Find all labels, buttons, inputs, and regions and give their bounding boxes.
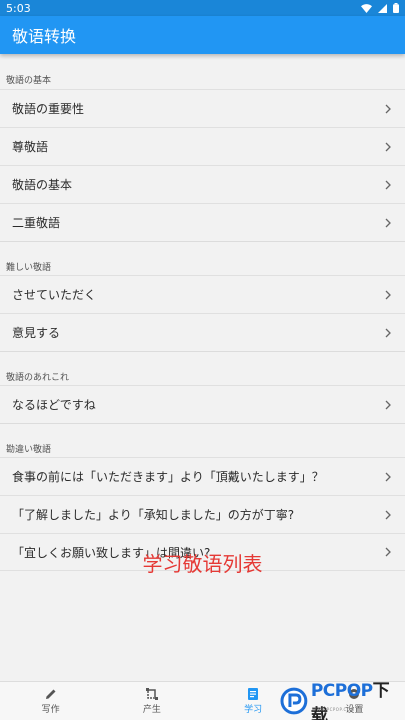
section-header: 勘違い敬語: [0, 423, 405, 457]
nav-label: 写作: [41, 705, 60, 715]
list-item[interactable]: 尊敬語: [0, 127, 405, 165]
chevron-right-icon: [385, 472, 391, 481]
list-item-label: 敬語の重要性: [12, 102, 85, 116]
list-item[interactable]: 敬語の基本: [0, 165, 405, 203]
list-item[interactable]: なるほどですね: [0, 385, 405, 423]
list-item[interactable]: 敬語の重要性: [0, 89, 405, 127]
list-item-label: 「了解しました」より「承知しました」の方が丁寧?: [12, 508, 295, 522]
list-item[interactable]: 二重敬語: [0, 203, 405, 241]
list-item-label: 二重敬語: [12, 216, 61, 230]
list-item-label: させていただく: [12, 288, 97, 302]
chevron-right-icon: [385, 218, 391, 227]
pcpop-logo-icon: [280, 687, 308, 714]
wifi-icon: [361, 3, 372, 13]
watermark-url: WWW.PCPOP.COM: [312, 707, 355, 712]
chevron-right-icon: [385, 328, 391, 337]
list-item-label: 意見する: [12, 326, 61, 340]
signal-icon: [378, 3, 387, 13]
nav-label: 产生: [142, 705, 161, 715]
list-item-label: 敬語の基本: [12, 178, 73, 192]
status-icons: [361, 3, 399, 13]
app-bar: 敬语转换: [0, 16, 405, 54]
list-item[interactable]: 「了解しました」より「承知しました」の方が丁寧?: [0, 495, 405, 533]
watermark-logo-text: PCPOP下载: [311, 676, 405, 720]
list-item[interactable]: させていただく: [0, 275, 405, 313]
status-time: 5:03: [6, 1, 31, 15]
nav-item-write[interactable]: 写作: [0, 682, 101, 720]
list-item[interactable]: 食事の前には「いただきます」より「頂戴いたします」？: [0, 457, 405, 495]
list-item[interactable]: 意見する: [0, 313, 405, 351]
list-item-label: 食事の前には「いただきます」より「頂戴いたします」？: [12, 470, 324, 484]
nav-label: 学习: [244, 705, 263, 715]
app-title: 敬语转换: [12, 27, 77, 46]
watermark: PCPOP下载 WWW.PCPOP.COM: [280, 681, 405, 720]
pencil-icon: [45, 689, 56, 699]
list-item-label: 尊敬語: [12, 140, 49, 154]
chevron-right-icon: [385, 290, 391, 299]
section-header: 敬語のあれこれ: [0, 351, 405, 385]
transform-icon: [145, 688, 158, 700]
chevron-right-icon: [385, 142, 391, 151]
list-item-label: なるほどですね: [12, 398, 96, 412]
section-header: 敬語の基本: [6, 76, 52, 86]
chevron-right-icon: [385, 104, 391, 113]
watermark-brand: PCPOP: [310, 680, 373, 701]
chevron-right-icon: [385, 180, 391, 189]
status-bar: 5:03: [0, 0, 405, 16]
chevron-right-icon: [385, 510, 391, 519]
promo-caption: 学习敬语列表: [142, 552, 263, 576]
document-icon: [248, 688, 259, 700]
nav-item-generate[interactable]: 产生: [101, 682, 202, 720]
content-list[interactable]: 敬語の基本 敬語の重要性 尊敬語 敬語の基本 二重敬語 難しい敬語 させていただ…: [0, 54, 405, 681]
chevron-right-icon: [385, 400, 391, 409]
battery-icon: [393, 3, 399, 13]
section-header: 難しい敬語: [0, 241, 405, 275]
